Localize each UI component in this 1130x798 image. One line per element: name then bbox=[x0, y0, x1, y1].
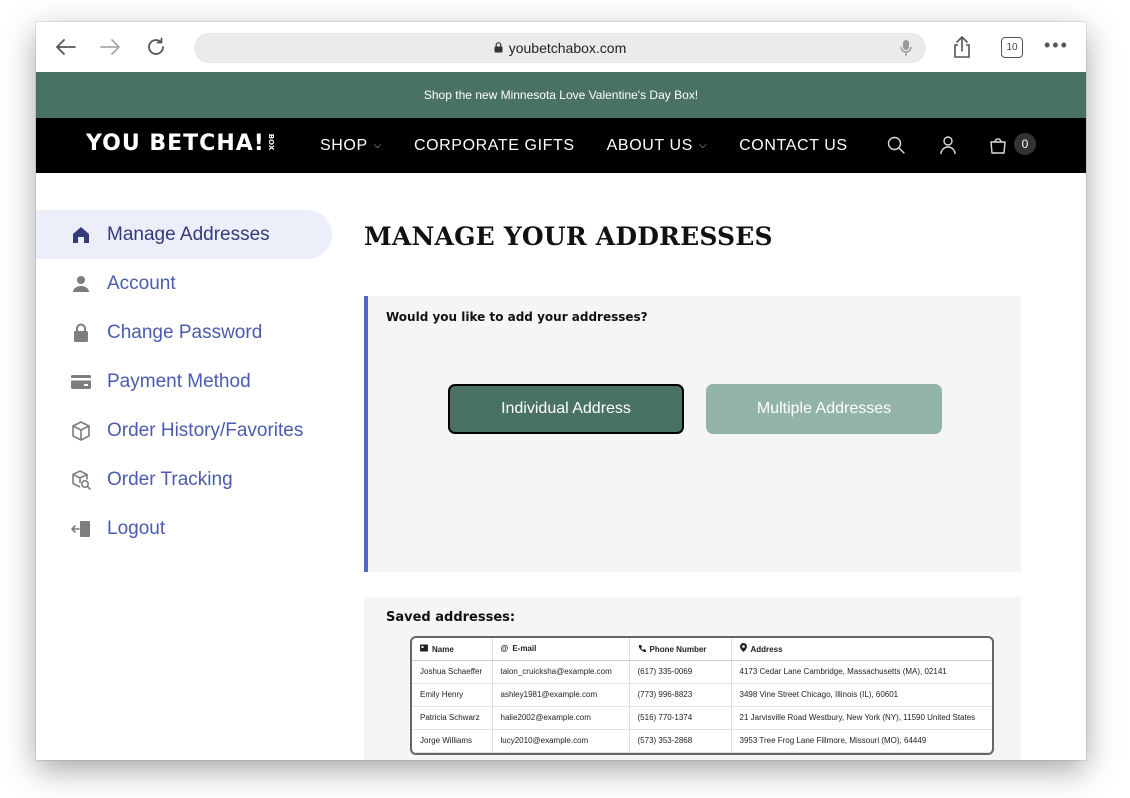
table-row[interactable]: Patricia Schwarz halie2002@example.com (… bbox=[412, 706, 992, 730]
cell-name: Emily Henry bbox=[412, 683, 493, 707]
column-header-label: Address bbox=[750, 645, 783, 655]
column-header-name: Name bbox=[412, 638, 493, 661]
sidebar-item-order-history[interactable]: Order History/Favorites bbox=[36, 406, 332, 455]
id-card-icon bbox=[420, 644, 428, 654]
tab-count-button[interactable]: 10 bbox=[1001, 37, 1023, 58]
sidebar-item-order-tracking[interactable]: Order Tracking bbox=[36, 455, 332, 504]
cell-address: 4173 Cedar Lane Cambridge, Massachusetts… bbox=[731, 660, 992, 684]
cell-name: Jorge Williams bbox=[412, 729, 493, 753]
forward-arrow-icon[interactable] bbox=[94, 31, 126, 63]
account-icon[interactable] bbox=[938, 135, 958, 159]
user-icon bbox=[70, 273, 92, 295]
nav-link-contact-us[interactable]: CONTACT US bbox=[739, 137, 848, 155]
table-row[interactable]: Emily Henry ashley1981@example.com (773)… bbox=[412, 683, 992, 707]
cell-email: talon_cruicksha@example.com bbox=[492, 660, 630, 684]
sidebar-item-payment-method[interactable]: Payment Method bbox=[36, 357, 332, 406]
cell-name: Joshua Schaeffer bbox=[412, 660, 493, 684]
account-sidebar: Manage Addresses Account Change Password… bbox=[36, 210, 332, 553]
cell-phone: (573) 353-2868 bbox=[629, 729, 732, 753]
box-search-icon bbox=[70, 469, 92, 491]
cell-address: 3953 Tree Frog Lane Fillmore, Missouri (… bbox=[731, 729, 992, 753]
more-options-icon[interactable]: ••• bbox=[1044, 35, 1069, 56]
url-text: youbetchabox.com bbox=[508, 40, 627, 56]
home-icon bbox=[70, 224, 92, 246]
cell-address: 3498 Vine Street Chicago, Illinois (IL),… bbox=[731, 683, 992, 707]
cell-phone: (773) 996-8823 bbox=[629, 683, 732, 707]
main-nav: YOU BETCHA! BOX SHOP ⌵ CORPORATE GIFTS ABO… bbox=[36, 118, 1086, 173]
multiple-addresses-button[interactable]: Multiple Addresses bbox=[706, 384, 942, 434]
map-pin-icon bbox=[739, 643, 747, 654]
sidebar-item-label: Change Password bbox=[107, 321, 263, 343]
at-sign-icon: @ bbox=[500, 644, 509, 654]
add-address-question: Would you like to add your addresses? bbox=[386, 310, 648, 324]
browser-window: youbetchabox.com 10 ••• Shop the new Min… bbox=[36, 22, 1086, 760]
reload-icon[interactable] bbox=[140, 31, 172, 63]
nav-link-corporate-gifts[interactable]: CORPORATE GIFTS bbox=[414, 137, 575, 155]
sidebar-item-label: Manage Addresses bbox=[107, 223, 270, 245]
cell-name: Patricia Schwarz bbox=[412, 706, 493, 730]
logo-text: YOU BETCHA! bbox=[86, 131, 265, 156]
sidebar-item-label: Order Tracking bbox=[107, 468, 233, 490]
nav-links: SHOP ⌵ CORPORATE GIFTS ABOUT US ⌵ CONTACT … bbox=[320, 118, 880, 173]
nav-link-label: CORPORATE GIFTS bbox=[413, 136, 575, 154]
announcement-bar[interactable]: Shop the new Minnesota Love Valentine's … bbox=[36, 72, 1086, 118]
column-header-phone: Phone Number bbox=[629, 638, 732, 661]
sidebar-item-label: Logout bbox=[107, 517, 166, 539]
sidebar-item-manage-addresses[interactable]: Manage Addresses bbox=[36, 210, 332, 259]
nav-link-label: CONTACT US bbox=[739, 136, 848, 154]
sidebar-item-account[interactable]: Account bbox=[36, 259, 332, 308]
microphone-icon[interactable] bbox=[900, 39, 912, 60]
cell-phone: (617) 335-0069 bbox=[629, 660, 732, 684]
credit-card-icon bbox=[70, 371, 92, 393]
saved-addresses-table: Name @ E-mail Phone Number Address Joshu… bbox=[410, 636, 994, 755]
column-header-label: Phone Number bbox=[649, 644, 707, 654]
cell-email: ashley1981@example.com bbox=[492, 683, 630, 707]
table-row[interactable]: Joshua Schaeffer talon_cruicksha@example… bbox=[412, 660, 992, 684]
nav-link-shop[interactable]: SHOP ⌵ bbox=[320, 137, 382, 155]
chevron-down-icon: ⌵ bbox=[698, 140, 708, 151]
nav-link-label: ABOUT US bbox=[606, 136, 693, 154]
address-bar[interactable]: youbetchabox.com bbox=[194, 33, 926, 63]
saved-addresses-title: Saved addresses: bbox=[386, 610, 516, 625]
cell-email: lucy2010@example.com bbox=[492, 729, 630, 753]
individual-address-button[interactable]: Individual Address bbox=[448, 384, 684, 434]
chevron-down-icon: ⌵ bbox=[373, 140, 382, 151]
saved-addresses-panel: Saved addresses: Name @ E-mail Phone Numb… bbox=[364, 597, 1021, 760]
cell-email: halie2002@example.com bbox=[492, 706, 630, 730]
phone-icon bbox=[638, 644, 646, 654]
table-row[interactable]: Jorge Williams lucy2010@example.com (573… bbox=[412, 729, 992, 753]
share-icon[interactable] bbox=[946, 31, 978, 63]
column-header-email: @ E-mail bbox=[492, 638, 630, 661]
lock-icon bbox=[70, 322, 92, 344]
sidebar-item-label: Order History/Favorites bbox=[107, 419, 304, 441]
cell-address: 21 Jarvisville Road Westbury, New York (… bbox=[731, 706, 992, 730]
column-header-label: Name bbox=[432, 644, 454, 654]
browser-toolbar: youbetchabox.com 10 ••• bbox=[36, 22, 1086, 72]
add-address-panel: Would you like to add your addresses? In… bbox=[364, 296, 1021, 572]
back-arrow-icon[interactable] bbox=[50, 31, 82, 63]
sidebar-item-label: Payment Method bbox=[107, 370, 251, 392]
table-header-row: Name @ E-mail Phone Number Address bbox=[412, 638, 992, 661]
column-header-address: Address bbox=[731, 638, 992, 661]
nav-link-about-us[interactable]: ABOUT US ⌵ bbox=[607, 137, 708, 155]
nav-link-label: SHOP bbox=[320, 136, 368, 154]
page-title: MANAGE YOUR ADDRESSES bbox=[364, 222, 773, 251]
logout-icon bbox=[70, 518, 92, 540]
cell-phone: (516) 770-1374 bbox=[629, 706, 732, 730]
site-logo[interactable]: YOU BETCHA! BOX bbox=[86, 131, 281, 156]
lock-icon bbox=[494, 40, 503, 56]
logo-box-text: BOX bbox=[267, 133, 276, 151]
cart-icon[interactable] bbox=[988, 135, 1008, 159]
column-header-label: E-mail bbox=[512, 644, 537, 654]
search-icon[interactable] bbox=[886, 135, 906, 159]
sidebar-item-change-password[interactable]: Change Password bbox=[36, 308, 332, 357]
sidebar-item-label: Account bbox=[107, 272, 176, 294]
sidebar-item-logout[interactable]: Logout bbox=[36, 504, 332, 553]
cart-count-badge: 0 bbox=[1014, 133, 1036, 155]
box-icon bbox=[70, 420, 92, 442]
